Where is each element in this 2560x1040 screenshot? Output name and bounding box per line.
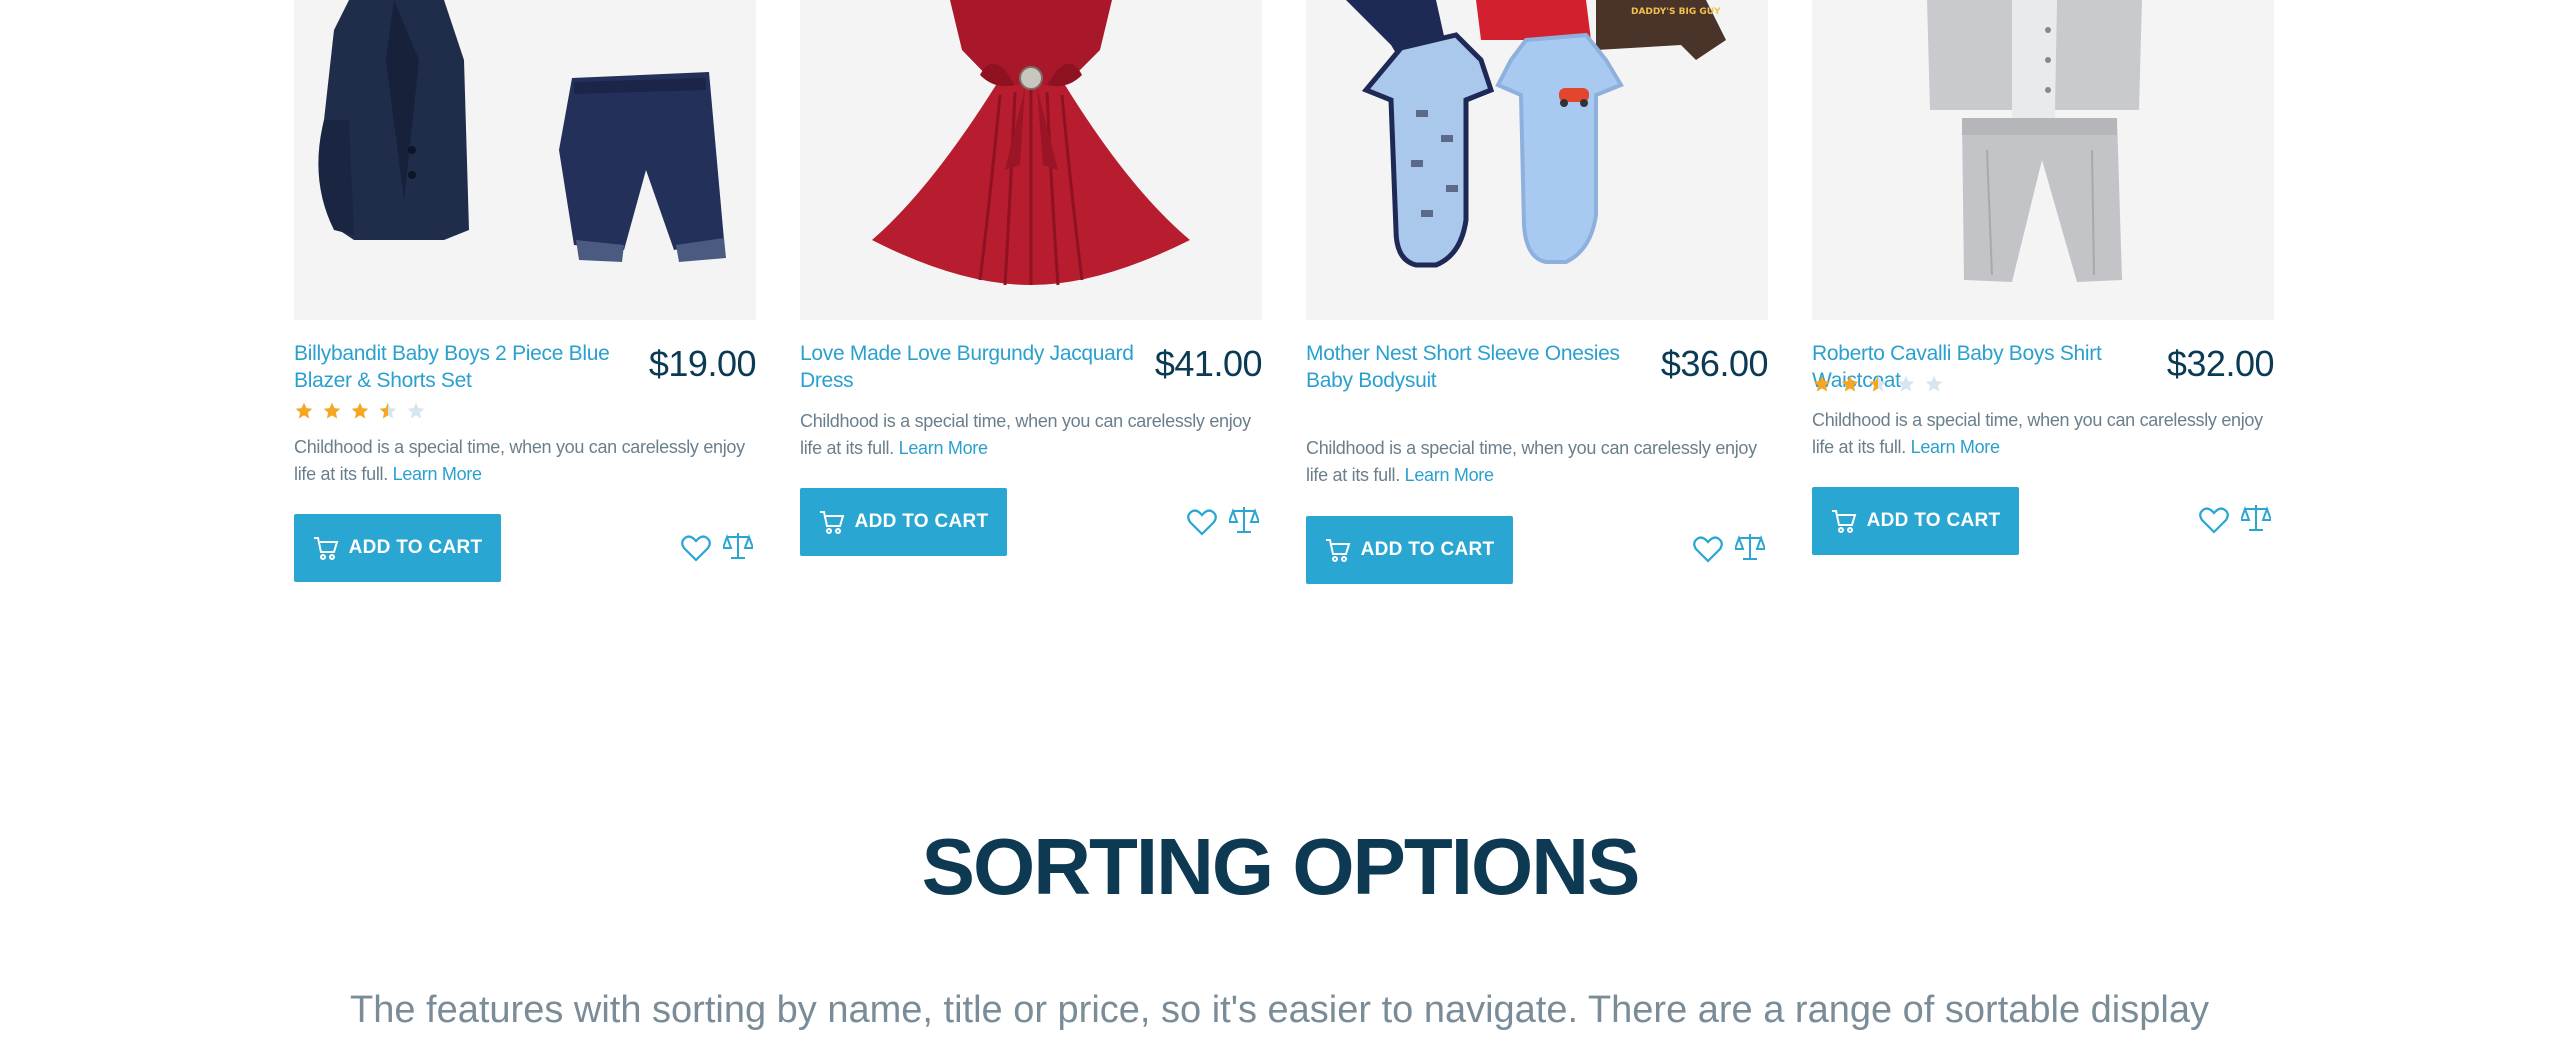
scales-icon[interactable] bbox=[722, 530, 754, 562]
cart-icon bbox=[313, 535, 339, 561]
learn-more-link[interactable]: Learn More bbox=[1911, 437, 2000, 457]
description-text: Childhood is a special time, when you ca… bbox=[1306, 438, 1757, 485]
learn-more-link[interactable]: Learn More bbox=[1405, 465, 1494, 485]
add-to-cart-button[interactable]: ADD TO CART bbox=[1306, 516, 1513, 584]
product-grid: Billybandit Baby Boys 2 Piece Blue Blaze… bbox=[294, 0, 2275, 600]
product-price: $19.00 bbox=[648, 343, 757, 384]
product-description: Childhood is a special time, when you ca… bbox=[1812, 407, 2274, 461]
scales-icon[interactable] bbox=[1228, 504, 1260, 536]
product-image[interactable]: DADDY'S BIG GUY bbox=[1306, 0, 1768, 320]
add-to-cart-label: ADD TO CART bbox=[348, 537, 483, 558]
onesies-bodysuit-image: DADDY'S BIG GUY bbox=[1346, 0, 1726, 268]
product-price: $41.00 bbox=[1154, 343, 1263, 384]
star-empty-icon bbox=[1897, 375, 1915, 392]
star-filled-icon bbox=[1841, 375, 1859, 392]
product-image[interactable] bbox=[1812, 0, 2274, 320]
product-title[interactable]: Love Made Love Burgundy Jacquard Dress bbox=[800, 340, 1160, 394]
scales-icon[interactable] bbox=[1734, 531, 1766, 563]
description-text: Childhood is a special time, when you ca… bbox=[800, 411, 1251, 458]
product-price: $36.00 bbox=[1660, 343, 1769, 384]
add-to-cart-button[interactable]: ADD TO CART bbox=[1812, 487, 2019, 555]
star-rating bbox=[294, 401, 426, 423]
learn-more-link[interactable]: Learn More bbox=[393, 464, 482, 484]
scales-icon[interactable] bbox=[2240, 502, 2272, 534]
add-to-cart-label: ADD TO CART bbox=[1866, 510, 2001, 531]
star-filled-icon bbox=[1813, 375, 1831, 392]
section-title: SORTING OPTIONS bbox=[921, 822, 1641, 911]
product-price: $32.00 bbox=[2166, 343, 2275, 384]
add-to-cart-label: ADD TO CART bbox=[854, 511, 989, 532]
heart-icon[interactable] bbox=[2198, 504, 2230, 536]
product-description: Childhood is a special time, when you ca… bbox=[1306, 435, 1768, 489]
add-to-cart-button[interactable]: ADD TO CART bbox=[294, 514, 501, 582]
cart-icon bbox=[1325, 537, 1351, 563]
description-text: Childhood is a special time, when you ca… bbox=[1812, 410, 2263, 457]
star-empty-icon bbox=[407, 402, 425, 419]
add-to-cart-button[interactable]: ADD TO CART bbox=[800, 488, 1007, 556]
star-half-icon bbox=[1869, 375, 1887, 392]
product-title[interactable]: Billybandit Baby Boys 2 Piece Blue Blaze… bbox=[294, 340, 654, 394]
star-filled-icon bbox=[351, 402, 369, 419]
shirt-waistcoat-image bbox=[1927, 0, 2142, 282]
cart-icon bbox=[1831, 508, 1857, 534]
heart-icon[interactable] bbox=[1186, 506, 1218, 538]
section-intro: The features with sorting by name, title… bbox=[350, 989, 2210, 1031]
description-text: Childhood is a special time, when you ca… bbox=[294, 437, 745, 484]
add-to-cart-label: ADD TO CART bbox=[1360, 539, 1495, 560]
learn-more-link[interactable]: Learn More bbox=[899, 438, 988, 458]
star-rating bbox=[1812, 374, 1944, 396]
onesie-print-text: DADDY'S BIG GUY bbox=[1631, 7, 1721, 17]
product-title[interactable]: Mother Nest Short Sleeve Onesies Baby Bo… bbox=[1306, 340, 1666, 394]
cart-icon bbox=[819, 509, 845, 535]
product-image[interactable] bbox=[800, 0, 1262, 320]
blazer-shorts-set-image bbox=[318, 0, 726, 262]
star-half-icon bbox=[379, 402, 397, 419]
star-empty-icon bbox=[1925, 375, 1943, 392]
star-filled-icon bbox=[295, 402, 313, 419]
product-image[interactable] bbox=[294, 0, 756, 320]
burgundy-dress-image bbox=[872, 0, 1190, 286]
product-description: Childhood is a special time, when you ca… bbox=[294, 434, 756, 488]
product-description: Childhood is a special time, when you ca… bbox=[800, 408, 1262, 462]
heart-icon[interactable] bbox=[1692, 533, 1724, 565]
heart-icon[interactable] bbox=[680, 532, 712, 564]
star-filled-icon bbox=[323, 402, 341, 419]
